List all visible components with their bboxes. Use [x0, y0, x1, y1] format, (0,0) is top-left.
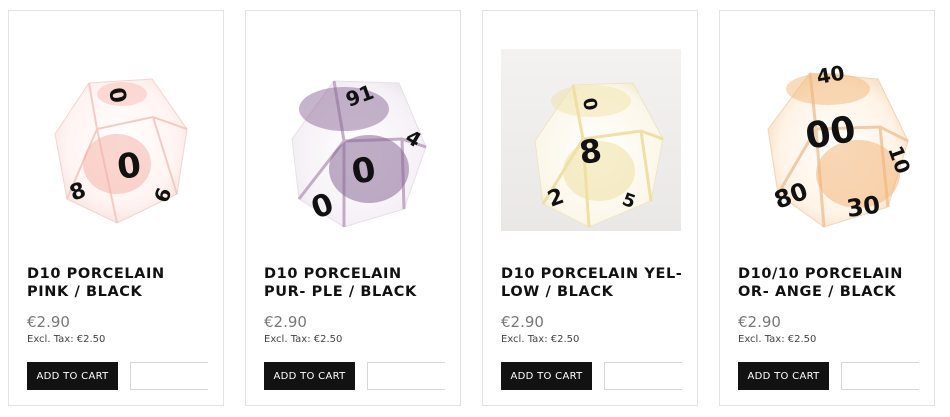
- product-image[interactable]: 8 2 5 0: [501, 49, 681, 231]
- secondary-button[interactable]: [604, 362, 682, 390]
- product-title[interactable]: D10/10 PORCELAIN OR- ANGE / BLACK: [738, 265, 920, 301]
- add-to-cart-button[interactable]: ADD TO CART: [738, 362, 829, 390]
- secondary-button[interactable]: [841, 362, 919, 390]
- product-card: 0 0 91 4 D10 PORCELAIN PUR- PLE / BLACK …: [245, 10, 461, 406]
- product-title[interactable]: D10 PORCELAIN PUR- PLE / BLACK: [264, 265, 446, 301]
- add-to-cart-button[interactable]: ADD TO CART: [501, 362, 592, 390]
- product-card: 0 8 0 6 D10 PORCELAIN PINK / BLACK €2.90…: [8, 10, 224, 406]
- product-image[interactable]: 00 30 80 40 10: [738, 49, 918, 231]
- add-to-cart-button[interactable]: ADD TO CART: [27, 362, 118, 390]
- dice-image: 00 30 80 40 10: [738, 49, 918, 231]
- dice-image: 0 0 91 4: [264, 49, 444, 231]
- product-price: €2.90: [27, 313, 70, 331]
- product-tax: Excl. Tax: €2.50: [738, 334, 817, 345]
- secondary-button[interactable]: [367, 362, 445, 390]
- dice-image: 0 8 0 6: [27, 49, 207, 231]
- add-to-cart-button[interactable]: ADD TO CART: [264, 362, 355, 390]
- product-title[interactable]: D10 PORCELAIN PINK / BLACK: [27, 265, 209, 301]
- product-price: €2.90: [738, 313, 781, 331]
- product-image[interactable]: 0 0 91 4: [264, 49, 444, 231]
- secondary-button[interactable]: [130, 362, 208, 390]
- product-tax: Excl. Tax: €2.50: [264, 334, 343, 345]
- svg-text:30: 30: [845, 191, 882, 223]
- svg-text:40: 40: [815, 60, 847, 88]
- svg-text:00: 00: [802, 109, 858, 158]
- product-image[interactable]: 0 8 0 6: [27, 49, 207, 231]
- product-price: €2.90: [264, 313, 307, 331]
- product-tax: Excl. Tax: €2.50: [501, 334, 580, 345]
- product-card: 8 2 5 0 D10 PORCELAIN YEL- LOW / BLACK €…: [482, 10, 698, 406]
- product-price: €2.90: [501, 313, 544, 331]
- product-card: 00 30 80 40 10 D10/10 PORCELAIN OR- ANGE…: [719, 10, 935, 406]
- product-tax: Excl. Tax: €2.50: [27, 334, 106, 345]
- product-grid: 0 8 0 6 D10 PORCELAIN PINK / BLACK €2.90…: [8, 10, 938, 408]
- dice-image: 8 2 5 0: [501, 49, 681, 231]
- product-title[interactable]: D10 PORCELAIN YEL- LOW / BLACK: [501, 265, 683, 301]
